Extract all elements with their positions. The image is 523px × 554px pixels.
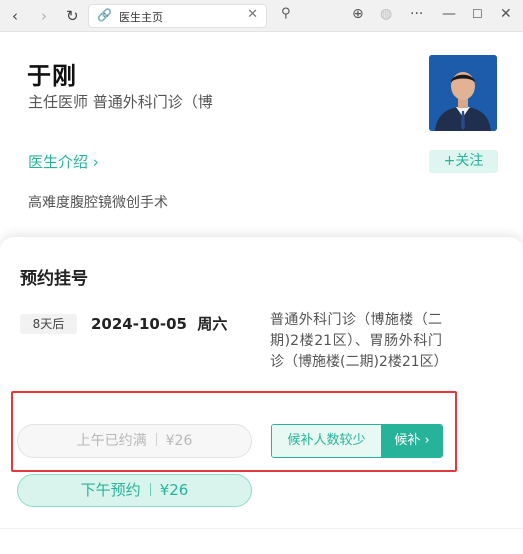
address-tab[interactable]: 🔗 医生主页 ✕ bbox=[88, 4, 267, 28]
tab-title: 医生主页 bbox=[119, 11, 163, 24]
waitlist-button[interactable]: 候补 › bbox=[381, 425, 442, 457]
download-icon[interactable]: ⊕ bbox=[352, 6, 364, 22]
link-icon: 🔗 bbox=[97, 8, 112, 22]
booking-heading: 预约挂号 bbox=[20, 269, 88, 289]
search-icon[interactable]: ⚲ bbox=[281, 6, 291, 21]
close-window-icon[interactable]: ✕ bbox=[500, 6, 512, 22]
globe-icon[interactable]: ◍ bbox=[380, 6, 392, 22]
doctor-specialty: 高难度腹腔镜微创手术 bbox=[28, 195, 168, 211]
doctor-title: 主任医师 普通外科门诊（博 bbox=[28, 93, 213, 111]
back-icon[interactable]: ‹ bbox=[12, 6, 18, 26]
waitlist-button-label: 候补 bbox=[394, 433, 421, 448]
schedule-date: 2024-10-05 周六 bbox=[91, 313, 227, 334]
close-tab-icon[interactable]: ✕ bbox=[247, 7, 258, 22]
maximize-icon[interactable]: ☐ bbox=[472, 7, 483, 21]
morning-slot-button[interactable]: 上午已约满 ¥26 bbox=[17, 424, 252, 458]
chevron-right-icon: › bbox=[92, 153, 99, 171]
afternoon-slot-price: ¥26 bbox=[159, 481, 189, 499]
divider bbox=[155, 433, 157, 446]
waitlist-control: 候补人数较少 候补 › bbox=[271, 424, 443, 458]
department-text: 普通外科门诊（博施楼（二期)2楼21区）、胃肠外科门诊（博施楼(二期)2楼21区… bbox=[270, 312, 448, 370]
divider-line bbox=[0, 528, 523, 529]
afternoon-slot-button[interactable]: 下午预约 ¥26 bbox=[17, 474, 252, 507]
waitlist-info: 候补人数较少 bbox=[272, 425, 381, 457]
afternoon-slot-label: 下午预约 bbox=[80, 481, 141, 499]
doctor-intro-link[interactable]: 医生介绍 › bbox=[28, 151, 99, 172]
schedule-date-value: 2024-10-05 bbox=[91, 315, 187, 333]
schedule-weekday: 周六 bbox=[197, 315, 228, 333]
doctor-avatar bbox=[429, 55, 497, 131]
more-icon[interactable]: ··· bbox=[410, 6, 423, 22]
forward-icon[interactable]: › bbox=[41, 6, 47, 26]
morning-slot-price: ¥26 bbox=[165, 433, 193, 449]
browser-toolbar: ‹ › ↻ 🔗 医生主页 ✕ ⚲ ⊕ ◍ ··· — ☐ ✕ bbox=[0, 0, 523, 32]
minimize-icon[interactable]: — bbox=[442, 6, 456, 22]
follow-button[interactable]: +关注 bbox=[429, 150, 498, 173]
divider bbox=[149, 483, 151, 496]
doctor-name: 于刚 bbox=[27, 62, 77, 90]
doctor-intro-label: 医生介绍 bbox=[28, 153, 89, 171]
reload-icon[interactable]: ↻ bbox=[66, 6, 79, 26]
days-badge: 8天后 bbox=[20, 314, 77, 334]
chevron-right-icon: › bbox=[424, 433, 430, 448]
morning-slot-label: 上午已约满 bbox=[76, 433, 147, 449]
